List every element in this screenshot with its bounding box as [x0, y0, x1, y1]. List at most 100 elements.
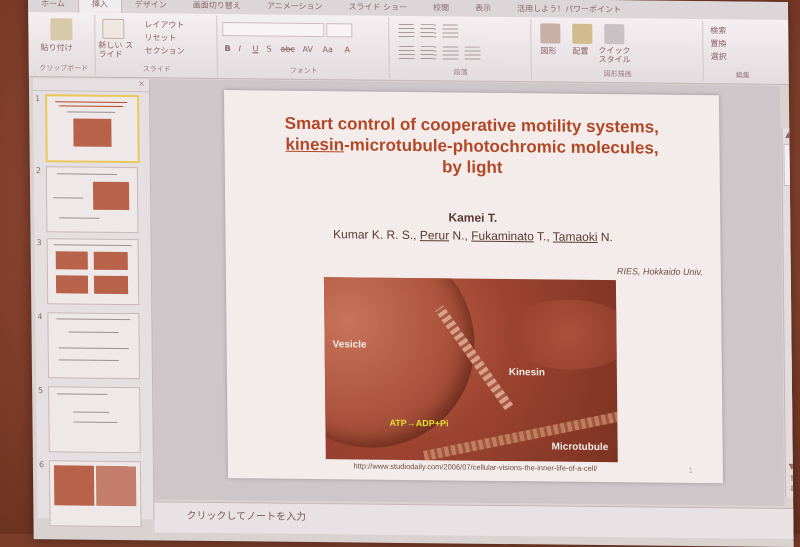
layout-button[interactable]: レイアウト: [144, 19, 184, 30]
strike-button[interactable]: abc: [280, 45, 294, 54]
thumbnail-5[interactable]: 5: [38, 386, 149, 455]
clipboard-group: 貼り付け クリップボード: [32, 14, 96, 75]
replace-button[interactable]: 置換: [710, 38, 726, 49]
font-color-button[interactable]: A: [344, 45, 350, 54]
slide-thumbnail-pane: × 1 2 3 4 5 6: [32, 78, 155, 528]
author-perur: Perur: [419, 228, 450, 243]
font-group: B I U S abc AV Aa A フォント: [218, 15, 390, 78]
thumbnail-3[interactable]: 3: [37, 238, 148, 307]
underline-button[interactable]: U: [252, 44, 258, 53]
new-slide-icon[interactable]: [102, 18, 125, 40]
justify-icon[interactable]: [464, 46, 481, 61]
editing-label: 編集: [735, 71, 750, 80]
thumbnail-4[interactable]: 4: [37, 312, 148, 381]
bold-button[interactable]: B: [224, 44, 230, 53]
tab-animations[interactable]: アニメーション: [254, 0, 336, 12]
numbering-icon[interactable]: [420, 24, 437, 39]
shadow-button[interactable]: S: [266, 45, 271, 54]
drawing-group: 図形 配置 クイック スタイル 図形描画: [532, 19, 704, 82]
case-button[interactable]: Aa: [322, 45, 332, 54]
section-button[interactable]: セクション: [145, 45, 185, 56]
editing-group: 検索 置換 選択 編集: [704, 21, 781, 82]
title-line-2: -microtubule-photochromic molecules,: [343, 135, 659, 158]
notes-pane[interactable]: クリックしてノートを入力: [154, 501, 794, 540]
font-name-box[interactable]: [222, 22, 325, 38]
close-icon[interactable]: ×: [138, 79, 145, 88]
thumbnail-image: [46, 238, 140, 306]
author-text: N.,: [449, 228, 472, 243]
thumbnail-6[interactable]: 6: [39, 460, 150, 529]
arrange-icon[interactable]: [572, 23, 593, 44]
tab-design[interactable]: デザイン: [122, 0, 180, 10]
thumbnail-number: 6: [38, 460, 45, 470]
select-button[interactable]: 選択: [710, 51, 726, 62]
paste-icon[interactable]: [50, 18, 73, 41]
thumbnail-2[interactable]: 2: [36, 166, 147, 235]
tab-home[interactable]: ホーム: [28, 0, 78, 9]
thumbnail-image: [45, 94, 140, 164]
quick-styles-icon[interactable]: [604, 24, 625, 45]
spacing-button[interactable]: AV: [302, 45, 313, 54]
notes-placeholder[interactable]: クリックしてノートを入力: [186, 507, 306, 523]
thumbnail-number: 5: [38, 386, 44, 396]
thumbnail-number: 3: [36, 238, 42, 248]
new-slide-button[interactable]: 新しい スライド: [98, 41, 138, 59]
shapes-icon[interactable]: [540, 23, 561, 44]
quick-styles-button[interactable]: クイック スタイル: [598, 46, 638, 64]
atp-label: ATP→ADP+Pi: [389, 417, 449, 429]
background-organelle: [504, 299, 618, 371]
indent-icon[interactable]: [442, 24, 459, 39]
vesicle-label: Vesicle: [332, 339, 367, 351]
source-url: http://www.studiodaily.com/2006/07/cellu…: [353, 461, 598, 473]
italic-button[interactable]: I: [238, 44, 240, 53]
author-tamaoki: Tamaoki: [552, 229, 598, 244]
thumbnail-1[interactable]: 1: [35, 94, 146, 164]
kinesin-label: Kinesin: [508, 367, 546, 379]
microtubule-shape: [423, 407, 618, 461]
next-slide-icon[interactable]: ⇓: [787, 484, 794, 493]
kinesin-figure[interactable]: Vesicle Kinesin Microtubule ATP→ADP+Pi: [323, 277, 618, 463]
author-text: Kumar K. R. S.,: [333, 227, 420, 243]
thumbnail-number: 4: [37, 312, 43, 322]
clipboard-label: クリップボード: [39, 64, 89, 73]
tab-review[interactable]: 校閲: [420, 2, 462, 13]
align-center-icon[interactable]: [420, 46, 437, 61]
thumbnail-number: 1: [35, 94, 41, 104]
title-line-3: by light: [441, 157, 503, 177]
bullets-icon[interactable]: [398, 23, 415, 39]
title-kinesin: kinesin: [285, 134, 345, 155]
tab-slideshow[interactable]: スライド ショー: [335, 1, 420, 13]
tab-insert[interactable]: 挿入: [77, 0, 122, 13]
author-text: T.,: [533, 229, 553, 244]
scroll-down-icon[interactable]: ▼: [787, 462, 794, 471]
thumbnail-image: [48, 460, 142, 528]
shapes-button[interactable]: 図形: [540, 45, 556, 56]
paste-button[interactable]: 貼り付け: [41, 42, 73, 53]
thumbnail-number: 2: [35, 166, 41, 176]
tab-addin[interactable]: 活用しよう！パワーポイント: [504, 2, 634, 14]
current-slide[interactable]: Smart control of cooperative motility sy…: [223, 90, 724, 484]
powerpoint-window: ホーム 挿入 デザイン 画面切り替え アニメーション スライド ショー 校閲 表…: [28, 0, 794, 547]
author-list: Kumar K. R. S., Perur N., Fukaminato T.,…: [225, 226, 720, 245]
find-button[interactable]: 検索: [710, 25, 726, 36]
tab-transitions[interactable]: 画面切り替え: [180, 0, 254, 11]
tab-view[interactable]: 表示: [462, 2, 504, 13]
align-left-icon[interactable]: [398, 45, 415, 61]
reset-button[interactable]: リセット: [144, 32, 176, 43]
author-text: N.: [597, 229, 613, 245]
arrange-button[interactable]: 配置: [572, 46, 588, 57]
slides-label: スライド: [142, 65, 171, 74]
align-right-icon[interactable]: [442, 46, 459, 61]
page-number: 1: [688, 466, 693, 475]
microtubule-label: Microtubule: [551, 441, 609, 454]
slides-group: 新しい スライド レイアウト リセット セクション スライド: [96, 14, 218, 76]
title-line-1: Smart control of cooperative motility sy…: [284, 113, 659, 137]
font-size-box[interactable]: [326, 23, 353, 38]
presenter-name: Kamei T.: [448, 210, 498, 225]
slide-title[interactable]: Smart control of cooperative motility sy…: [234, 112, 710, 180]
prev-slide-icon[interactable]: ⇑: [787, 474, 794, 483]
author-fukaminato: Fukaminato: [471, 228, 534, 244]
paragraph-label: 段落: [453, 68, 468, 77]
font-label: フォント: [289, 66, 318, 76]
drawing-label: 図形描画: [603, 70, 632, 79]
